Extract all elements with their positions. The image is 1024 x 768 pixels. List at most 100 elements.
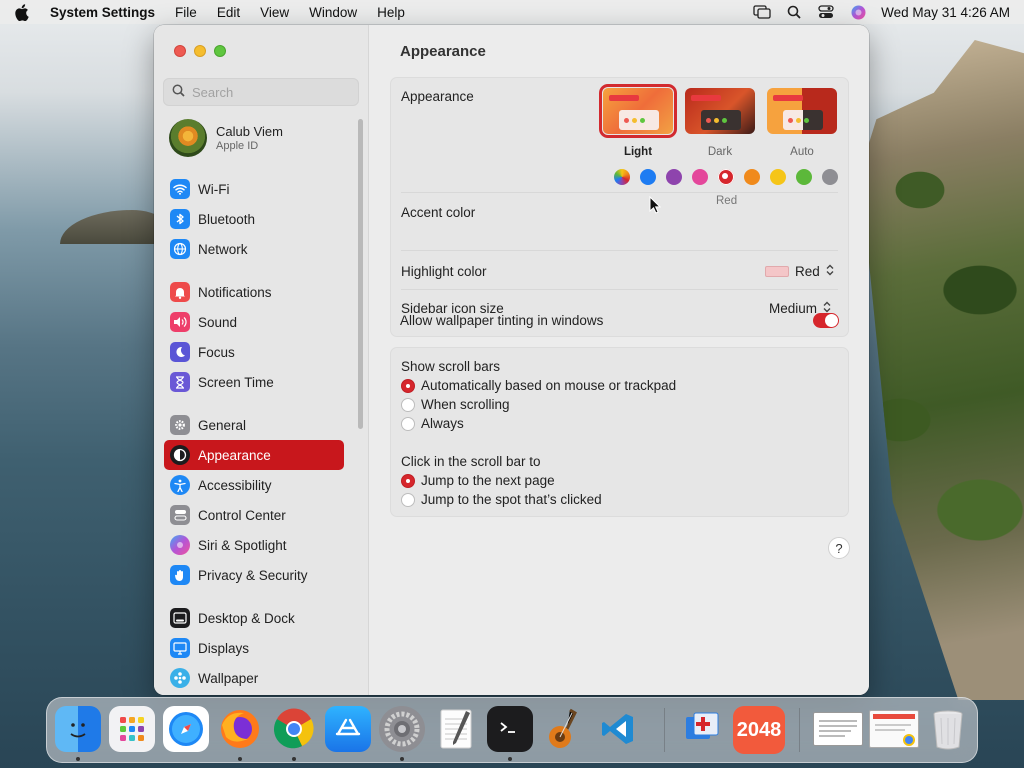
sidebar-item-control-center[interactable]: Control Center (164, 500, 344, 530)
scroll-option-automatic[interactable]: Automatically based on mouse or trackpad (401, 378, 676, 393)
chrome-icon[interactable] (271, 706, 317, 752)
radio-button[interactable] (401, 397, 415, 412)
appearance-option-dark[interactable]: Dark (684, 88, 756, 158)
minimized-chrome-window-thumbnail[interactable] (869, 710, 919, 748)
speaker-icon (170, 312, 190, 332)
sidebar-item-privacy-security[interactable]: Privacy & Security (164, 560, 344, 590)
finder-icon[interactable] (55, 706, 101, 752)
window-controls (174, 45, 226, 57)
scroll-bar-settings-group: Show scroll bars Automatically based on … (390, 347, 849, 517)
accent-swatch-purple[interactable] (666, 169, 682, 185)
sidebar-item-wallpaper[interactable]: Wallpaper (164, 663, 344, 693)
remote-desktop-icon[interactable] (679, 706, 725, 752)
apple-menu-icon[interactable] (14, 3, 30, 21)
accent-color-name: Red (716, 195, 738, 207)
radio-button[interactable] (401, 378, 415, 393)
zoom-window-button[interactable] (214, 45, 226, 57)
sidebar-item-focus[interactable]: Focus (164, 337, 344, 367)
radio-button[interactable] (401, 492, 415, 507)
sidebar-item-accessibility[interactable]: Accessibility (164, 470, 344, 500)
terminal-icon[interactable] (487, 706, 533, 752)
safari-icon[interactable] (163, 706, 209, 752)
click-option-spot-clicked[interactable]: Jump to the spot that’s clicked (401, 492, 602, 507)
sidebar-item-siri-spotlight[interactable]: Siri & Spotlight (164, 530, 344, 560)
sidebar-scrollbar[interactable] (358, 119, 363, 429)
running-indicator (292, 757, 296, 761)
sidebar: Calub Viem Apple ID Wi-Fi Bluetooth Netw… (154, 25, 369, 695)
menu-app-name[interactable]: System Settings (50, 5, 155, 20)
sidebar-item-wifi[interactable]: Wi-Fi (164, 174, 344, 204)
garageband-icon[interactable] (541, 706, 587, 752)
screen-mirroring-icon[interactable] (753, 4, 771, 20)
menu-help[interactable]: Help (377, 5, 405, 20)
radio-button[interactable] (401, 416, 415, 431)
wallpaper-tinting-label: Allow wallpaper tinting in windows (400, 313, 604, 328)
accent-swatch-red[interactable] (718, 169, 734, 185)
appearance-label: Appearance (401, 89, 474, 104)
sidebar-item-notifications[interactable]: Notifications (164, 277, 344, 307)
wallpaper-tinting-toggle[interactable] (813, 313, 839, 328)
appearance-settings-group: Appearance Light Dark Auto Accent color … (390, 77, 849, 337)
sidebar-item-appearance[interactable]: Appearance (164, 440, 344, 470)
app-store-icon[interactable] (325, 706, 371, 752)
help-button[interactable]: ? (828, 537, 850, 559)
accent-swatch-multicolor[interactable] (614, 169, 630, 185)
sidebar-item-label: Accessibility (198, 477, 272, 493)
light-thumbnail (599, 84, 677, 138)
appearance-option-light[interactable]: Light (599, 84, 677, 158)
sidebar-item-label: General (198, 417, 247, 433)
spotlight-search-icon[interactable] (785, 4, 803, 20)
textedit-icon[interactable] (433, 706, 479, 752)
radio-label: Jump to the spot that’s clicked (421, 492, 602, 507)
accent-swatch-blue[interactable] (640, 169, 656, 185)
search-input[interactable] (192, 84, 352, 100)
sidebar-item-label: Bluetooth (198, 211, 256, 227)
minimize-window-button[interactable] (194, 45, 206, 57)
sidebar-item-screen-time[interactable]: Screen Time (164, 367, 344, 397)
launchpad-icon[interactable] (109, 706, 155, 752)
menu-window[interactable]: Window (309, 5, 357, 20)
accent-swatch-yellow[interactable] (770, 169, 786, 185)
menu-file[interactable]: File (175, 5, 197, 20)
sidebar-item-desktop-dock[interactable]: Desktop & Dock (164, 603, 344, 633)
accent-swatch-orange[interactable] (744, 169, 760, 185)
highlight-color-popup[interactable]: Red (765, 264, 834, 279)
sidebar-item-bluetooth[interactable]: Bluetooth (164, 204, 344, 234)
accent-swatch-graphite[interactable] (822, 169, 838, 185)
menu-view[interactable]: View (260, 5, 289, 20)
sidebar-item-label: Screen Time (198, 374, 274, 390)
dark-thumbnail (685, 88, 755, 134)
accent-swatch-pink[interactable] (692, 169, 708, 185)
scroll-option-always[interactable]: Always (401, 416, 464, 431)
scroll-option-when-scrolling[interactable]: When scrolling (401, 397, 510, 412)
system-settings-dock-icon[interactable] (379, 706, 425, 752)
highlight-swatch (765, 266, 789, 277)
close-window-button[interactable] (174, 45, 186, 57)
control-center-icon[interactable] (817, 4, 835, 20)
game-2048-icon[interactable]: 2048 (733, 706, 785, 754)
sidebar-item-sound[interactable]: Sound (164, 307, 344, 337)
radio-button[interactable] (401, 473, 415, 488)
sidebar-item-network[interactable]: Network (164, 234, 344, 264)
click-option-next-page[interactable]: Jump to the next page (401, 473, 555, 488)
siri-icon[interactable] (849, 4, 867, 20)
sidebar-search[interactable] (163, 78, 359, 106)
sidebar-item-label: Sound (198, 314, 238, 330)
menu-edit[interactable]: Edit (217, 5, 240, 20)
apple-id-account[interactable]: Calub Viem Apple ID (169, 119, 283, 157)
sidebar-item-label: Privacy & Security (198, 567, 308, 583)
sidebar-item-displays[interactable]: Displays (164, 633, 344, 663)
game-2048-label: 2048 (736, 718, 782, 741)
menu-clock[interactable]: Wed May 31 4:26 AM (881, 5, 1010, 20)
accent-swatch-green[interactable] (796, 169, 812, 185)
siri-icon (170, 535, 190, 555)
appearance-option-auto[interactable]: Auto (766, 88, 838, 158)
minimized-window-thumbnail[interactable] (813, 712, 863, 746)
trash-icon[interactable] (925, 706, 971, 752)
vscode-icon[interactable] (595, 706, 641, 752)
sidebar-item-general[interactable]: General (164, 410, 344, 440)
firefox-icon[interactable] (217, 706, 263, 752)
sidebar-item-label: Focus (198, 344, 235, 360)
display-icon (170, 638, 190, 658)
sidebar-item-label: Displays (198, 640, 250, 656)
